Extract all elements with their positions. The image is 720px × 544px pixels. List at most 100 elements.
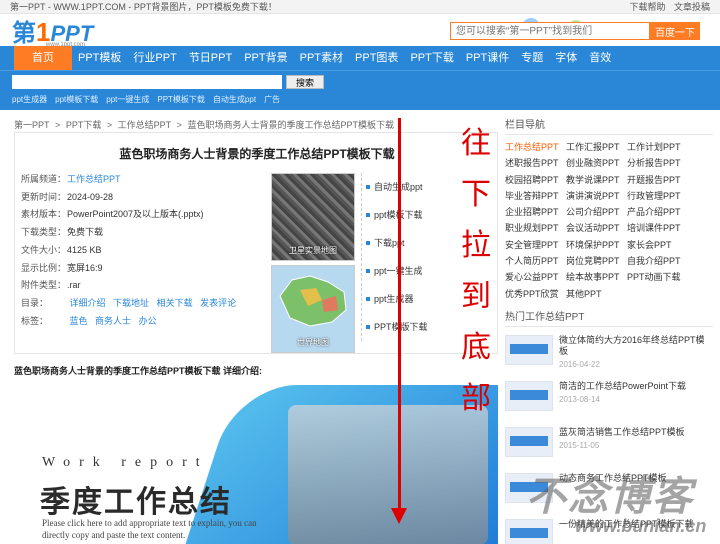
category-link[interactable]: 会议活动PPT: [566, 220, 627, 236]
catalog-link-details[interactable]: 详细介绍: [70, 298, 106, 308]
breadcrumb-home[interactable]: 第一PPT: [14, 120, 50, 130]
template-preview[interactable]: Work report 季度工作总结 Please click here to …: [14, 385, 498, 544]
meta-list: 所属频道：工作总结PPT 更新时间：2024-09-28 素材版本：PowerP…: [21, 171, 241, 330]
category-link[interactable]: 个人简历PPT: [505, 253, 566, 269]
baidu-search-button[interactable]: 百度一下: [650, 22, 700, 40]
main-nav: 首页 PPT模板 行业PPT 节日PPT PPT背景 PPT素材 PPT图表 P…: [0, 46, 720, 70]
category-link[interactable]: 优秀PPT欣赏: [505, 286, 566, 302]
quick-tag[interactable]: ppt生成器: [12, 94, 47, 105]
nav-item-fonts[interactable]: 字体: [549, 46, 583, 70]
nav-item-backgrounds[interactable]: PPT背景: [238, 46, 293, 70]
preview-caption-line: Please click here to add appropriate tex…: [42, 518, 257, 528]
quick-tags: ppt生成器 ppt模板下载 ppt一键生成 PPT模板下载 自动生成ppt 广…: [12, 94, 708, 105]
category-link[interactable]: 安全管理PPT: [505, 237, 566, 253]
site-search-input[interactable]: [12, 75, 282, 89]
category-link[interactable]: 开题报告PPT: [627, 172, 699, 188]
hot-item[interactable]: 简洁的工作总结PowerPoint下载 2013-08-14: [505, 380, 713, 419]
nav-item-charts[interactable]: PPT图表: [349, 46, 404, 70]
tag-link[interactable]: 蓝色: [70, 316, 88, 326]
category-link[interactable]: 产品介绍PPT: [627, 204, 699, 220]
category-link[interactable]: 职业规划PPT: [505, 220, 566, 236]
category-link[interactable]: 爱心公益PPT: [505, 269, 566, 285]
help-link[interactable]: 下载帮助: [629, 2, 665, 12]
preview-photo: [288, 405, 488, 544]
hot-item-date: 2015-11-05: [559, 440, 600, 450]
scroll-hint-line: [398, 118, 401, 513]
category-link[interactable]: 家长会PPT: [627, 237, 699, 253]
hot-item-title[interactable]: 简洁的工作总结PowerPoint下载: [559, 381, 686, 392]
hot-title: 热门工作总结PPT: [505, 308, 713, 327]
category-link[interactable]: 工作汇报PPT: [566, 139, 627, 155]
category-link[interactable]: 岗位竞聘PPT: [566, 253, 627, 269]
category-link[interactable]: 环境保护PPT: [566, 237, 627, 253]
category-link[interactable]: 创业融资PPT: [566, 155, 627, 171]
meta-value: .rar: [67, 280, 81, 291]
hint-char: 部: [461, 381, 491, 416]
category-link[interactable]: PPT动画下载: [627, 269, 699, 285]
tag-link[interactable]: 办公: [139, 316, 157, 326]
world-map-thumb[interactable]: 世界地图: [271, 265, 355, 353]
nav-item-sounds[interactable]: 音效: [583, 46, 617, 70]
category-link[interactable]: 教学说课PPT: [566, 172, 627, 188]
nav-item-materials[interactable]: PPT素材: [294, 46, 349, 70]
tags-label: 标签：: [21, 315, 49, 326]
quick-tag[interactable]: ppt一键生成: [106, 94, 149, 105]
hot-thumb: [505, 334, 553, 365]
breadcrumb-category[interactable]: 工作总结PPT: [118, 120, 172, 130]
category-link[interactable]: 毕业答辩PPT: [505, 188, 566, 204]
hot-item[interactable]: 微立体简约大方2016年终总结PPT模板 2016-04-22: [505, 334, 713, 373]
thumb-caption: 世界地图: [297, 338, 329, 347]
nav-item-downloads[interactable]: PPT下载: [404, 46, 459, 70]
nav-item-topics[interactable]: 专题: [515, 46, 549, 70]
category-link[interactable]: 分析报告PPT: [627, 155, 699, 171]
catalog-label: 目录：: [21, 297, 49, 308]
nav-item-holiday[interactable]: 节日PPT: [183, 46, 238, 70]
site-search-button[interactable]: 搜索: [286, 75, 324, 89]
submit-article-link[interactable]: 文章投稿: [674, 2, 710, 12]
logo-subtitle: www.1ppt.com: [46, 42, 86, 48]
page: 第一PPT - WWW.1PPT.COM - PPT背景图片，PPT模板免费下载…: [0, 0, 720, 544]
nav-item-courseware[interactable]: PPT课件: [460, 46, 515, 70]
meta-key: 显示比例：: [21, 262, 67, 273]
quick-tag[interactable]: 自动生成ppt: [213, 94, 256, 105]
category-link[interactable]: 自我介绍PPT: [627, 253, 699, 269]
nav-item-ppt-templates[interactable]: PPT模板: [72, 46, 127, 70]
category-link[interactable]: 绘本故事PPT: [566, 269, 627, 285]
satellite-map-thumb[interactable]: 卫星实景地图: [271, 173, 355, 261]
hot-item[interactable]: 蓝灰简洁销售工作总结PPT模板 2015-11-05: [505, 426, 713, 465]
watermark-url: www.bunian.cn: [575, 516, 707, 536]
category-link[interactable]: 行政管理PPT: [627, 188, 699, 204]
category-link[interactable]: 校园招聘PPT: [505, 172, 566, 188]
header-search-input[interactable]: [450, 22, 650, 40]
quick-tag[interactable]: PPT模板下载: [157, 94, 205, 105]
category-link[interactable]: 其他PPT: [566, 286, 627, 302]
category-link[interactable]: 述职报告PPT: [505, 155, 566, 171]
catalog-link-related[interactable]: 相关下载: [157, 298, 193, 308]
quick-tag[interactable]: ppt模板下载: [55, 94, 98, 105]
channel-link[interactable]: 工作总结PPT: [67, 174, 121, 184]
breadcrumb-download[interactable]: PPT下载: [66, 120, 102, 130]
catalog-link-download[interactable]: 下载地址: [113, 298, 149, 308]
tag-link[interactable]: 商务人士: [95, 316, 131, 326]
category-link[interactable]: 企业招聘PPT: [505, 204, 566, 220]
meta-key: 下载类型：: [21, 227, 67, 238]
map-icon: [279, 275, 347, 327]
category-link[interactable]: 工作总结PPT: [505, 139, 566, 155]
category-link[interactable]: 演讲演说PPT: [566, 188, 627, 204]
hot-item-title[interactable]: 蓝灰简洁销售工作总结PPT模板: [559, 427, 685, 438]
hot-thumb: [505, 380, 553, 411]
category-link[interactable]: 工作计划PPT: [627, 139, 699, 155]
ad-thumbnails: 卫星实景地图 世界地图: [271, 173, 355, 357]
nav-item-industry[interactable]: 行业PPT: [127, 46, 182, 70]
arrow-down-icon: [391, 508, 407, 524]
breadcrumb-separator: >: [55, 120, 61, 130]
category-link[interactable]: 公司介绍PPT: [566, 204, 627, 220]
hint-char: 底: [461, 330, 491, 365]
hot-item-date: 2013-08-14: [559, 394, 600, 404]
category-link[interactable]: 培训课件PPT: [627, 220, 699, 236]
catalog-link-comment[interactable]: 发表评论: [200, 298, 236, 308]
nav-item-home[interactable]: 首页: [14, 46, 72, 70]
meta-value: 免费下载: [67, 227, 104, 238]
meta-value: 宽屏16:9: [67, 262, 103, 273]
hot-item-title[interactable]: 微立体简约大方2016年终总结PPT模板: [559, 335, 713, 357]
